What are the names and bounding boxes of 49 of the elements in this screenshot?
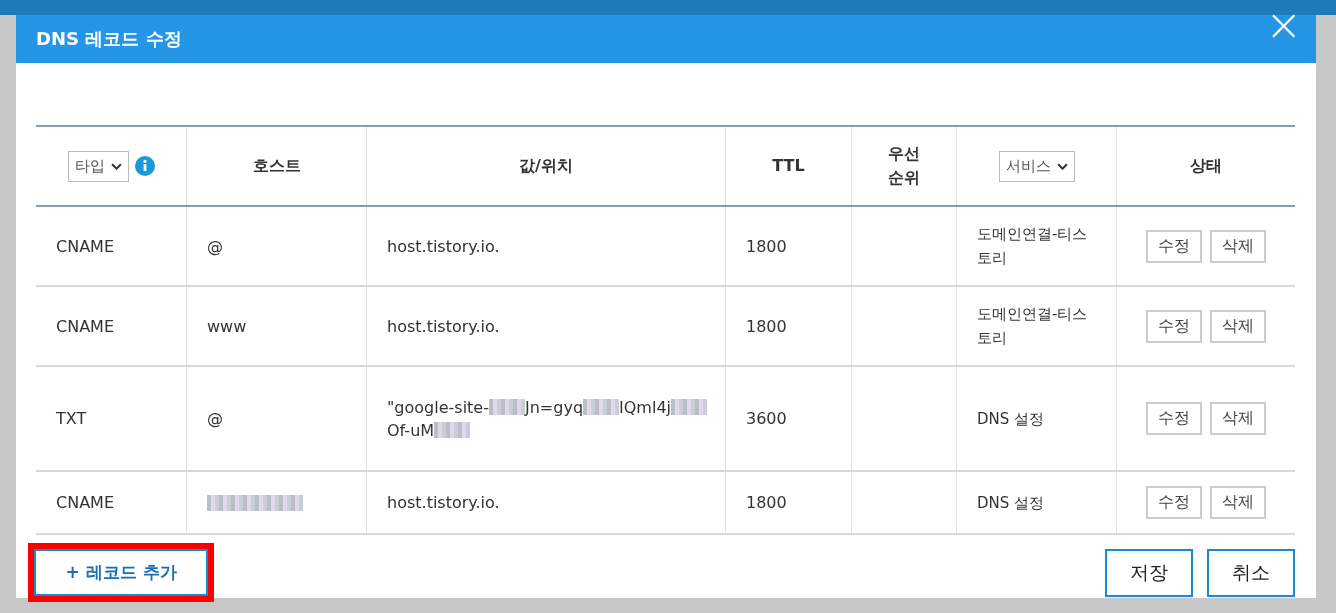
table-cell-text: DNS 설정 (977, 492, 1046, 514)
row-action-button[interactable]: 삭제 (1210, 309, 1266, 343)
add-record-button[interactable]: + 레코드 추가 (34, 549, 208, 596)
filter-dropdown[interactable]: 타입 (67, 150, 129, 182)
table-cell: 1800 (746, 493, 787, 512)
column-header: 값/위치 (519, 155, 573, 177)
value-text: host.tistory.io. (387, 493, 500, 512)
table-cell: @ (207, 409, 223, 428)
info-icon[interactable] (134, 156, 155, 176)
row-action-button[interactable]: 수정 (1146, 402, 1202, 435)
dialog-title: DNS 레코드 수정 (36, 27, 182, 51)
dialog-button[interactable]: 저장 (1105, 548, 1193, 597)
dialog-button[interactable]: 취소 (1207, 548, 1295, 597)
value-text: host.tistory.io. (387, 316, 500, 336)
row-action-button[interactable]: 수정 (1146, 486, 1202, 519)
chevron-icon (110, 162, 122, 170)
value-text: Jn=gyq (525, 397, 584, 417)
value-text: host.tistory.io. (387, 236, 500, 256)
row-action-button[interactable]: 수정 (1146, 229, 1202, 263)
column-header: 호스트 (252, 155, 301, 177)
value-text: IQml (619, 397, 657, 417)
table-cell: CNAME (56, 236, 114, 256)
value-text: 4j (656, 397, 671, 417)
row-action-button[interactable]: 삭제 (1210, 402, 1266, 435)
column-header: TTL (772, 155, 805, 177)
table-cell: CNAME (56, 493, 114, 512)
redaction-mark (434, 422, 471, 438)
table-cell: 3600 (746, 409, 787, 428)
redaction-mark (583, 399, 620, 415)
chevron-icon (1056, 162, 1068, 170)
value-text: Of-uM (387, 420, 435, 440)
redaction-mark (489, 399, 525, 415)
table-cell: 1800 (746, 236, 787, 256)
table-cell-text: 도메인연결-티스토리 (977, 224, 1089, 269)
table-cell: 1800 (746, 316, 787, 336)
table-cell: @ (207, 236, 223, 256)
table-cell-text: 도메인연결-티스토리 (977, 304, 1089, 349)
filter-dropdown[interactable]: 서비스 (998, 150, 1075, 182)
row-action-button[interactable]: 수정 (1146, 309, 1202, 343)
table-cell: www (207, 316, 247, 336)
row-action-button[interactable]: 삭제 (1210, 229, 1266, 263)
table-cell: TXT (56, 409, 87, 428)
row-action-button[interactable]: 삭제 (1210, 486, 1266, 519)
redaction-mark (671, 399, 707, 415)
table-cell: CNAME (56, 316, 114, 336)
table-cell-text: DNS 설정 (977, 408, 1046, 430)
column-header: 상태 (1190, 155, 1222, 177)
value-text: "google-site- (387, 397, 489, 417)
column-header: 우선 순위 (888, 143, 920, 189)
